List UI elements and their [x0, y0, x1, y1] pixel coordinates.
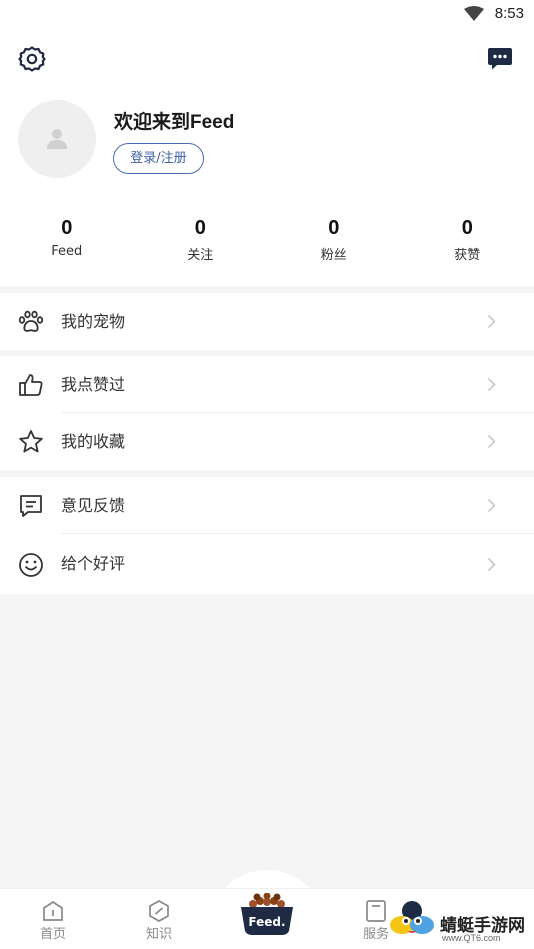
stat-label: 粉丝 — [320, 248, 347, 263]
home-tab-icon — [43, 900, 63, 921]
wifi-icon — [464, 6, 484, 21]
stat-value: 0 — [194, 217, 206, 239]
stat-value: 0 — [61, 217, 73, 239]
chevron-right-icon — [487, 434, 496, 449]
thumbs-up-icon — [19, 374, 43, 396]
dragonfly-logo-icon — [390, 901, 434, 934]
menu-item-label: 意见反馈 — [61, 496, 126, 515]
stat-feed[interactable]: 0 Feed — [0, 214, 134, 274]
menu-group-activity: 我点赞过 我的收藏 — [0, 356, 534, 470]
tab-label: 知识 — [145, 927, 172, 942]
menu-item-liked[interactable]: 我点赞过 — [0, 356, 534, 413]
menu-item-rate[interactable]: 给个好评 — [0, 534, 534, 594]
stat-label: Feed — [51, 244, 83, 259]
feed-bowl-label: Feed. — [248, 915, 285, 929]
stat-following[interactable]: 0 关注 — [134, 214, 268, 274]
stat-likes[interactable]: 0 获赞 — [401, 214, 534, 274]
chevron-right-icon — [487, 557, 496, 572]
chevron-right-icon — [487, 498, 496, 513]
user-placeholder-icon — [47, 129, 67, 149]
menu-item-label: 给个好评 — [61, 554, 126, 573]
gear-icon[interactable] — [18, 45, 46, 73]
paw-icon — [18, 310, 44, 332]
stats-row: 0 Feed 0 关注 0 粉丝 0 获赞 — [0, 214, 534, 274]
menu-item-feedback[interactable]: 意见反馈 — [0, 477, 534, 534]
welcome-title: 欢迎来到Feed — [114, 112, 235, 133]
star-icon — [19, 430, 43, 453]
stat-label: 关注 — [187, 248, 214, 263]
menu-item-my-pets[interactable]: 我的宠物 — [0, 293, 534, 350]
chevron-right-icon — [487, 314, 496, 329]
tab-label: 首页 — [39, 927, 66, 942]
stat-label: 获赞 — [454, 248, 481, 263]
menu-group-support: 意见反馈 给个好评 — [0, 477, 534, 594]
stat-value: 0 — [328, 217, 340, 239]
feedback-icon — [20, 495, 42, 517]
status-time: 8:53 — [494, 5, 524, 22]
chat-bubble-icon[interactable] — [487, 47, 513, 71]
watermark-url: www.QT6.com — [442, 933, 501, 943]
feed-bowl-icon[interactable]: Feed. — [237, 893, 297, 937]
service-tab-icon — [366, 900, 386, 922]
chevron-right-icon — [487, 377, 496, 392]
login-register-button[interactable]: 登录/注册 — [113, 143, 204, 174]
menu-group-pets: 我的宠物 — [0, 293, 534, 350]
menu-item-favorites[interactable]: 我的收藏 — [0, 413, 534, 470]
stat-value: 0 — [461, 217, 473, 239]
tab-home[interactable]: 首页 — [18, 889, 88, 942]
stat-followers[interactable]: 0 粉丝 — [267, 214, 401, 274]
status-bar: 8:53 — [0, 0, 534, 30]
avatar[interactable] — [18, 100, 96, 178]
tab-knowledge[interactable]: 知识 — [124, 889, 194, 942]
menu-item-label: 我的宠物 — [61, 312, 126, 331]
watermark: 蜻蜓手游网 www.QT6.com — [388, 897, 528, 947]
menu-item-label: 我的收藏 — [61, 432, 126, 451]
compass-icon — [149, 900, 169, 922]
smiley-icon — [19, 553, 43, 577]
menu-item-label: 我点赞过 — [61, 375, 126, 394]
